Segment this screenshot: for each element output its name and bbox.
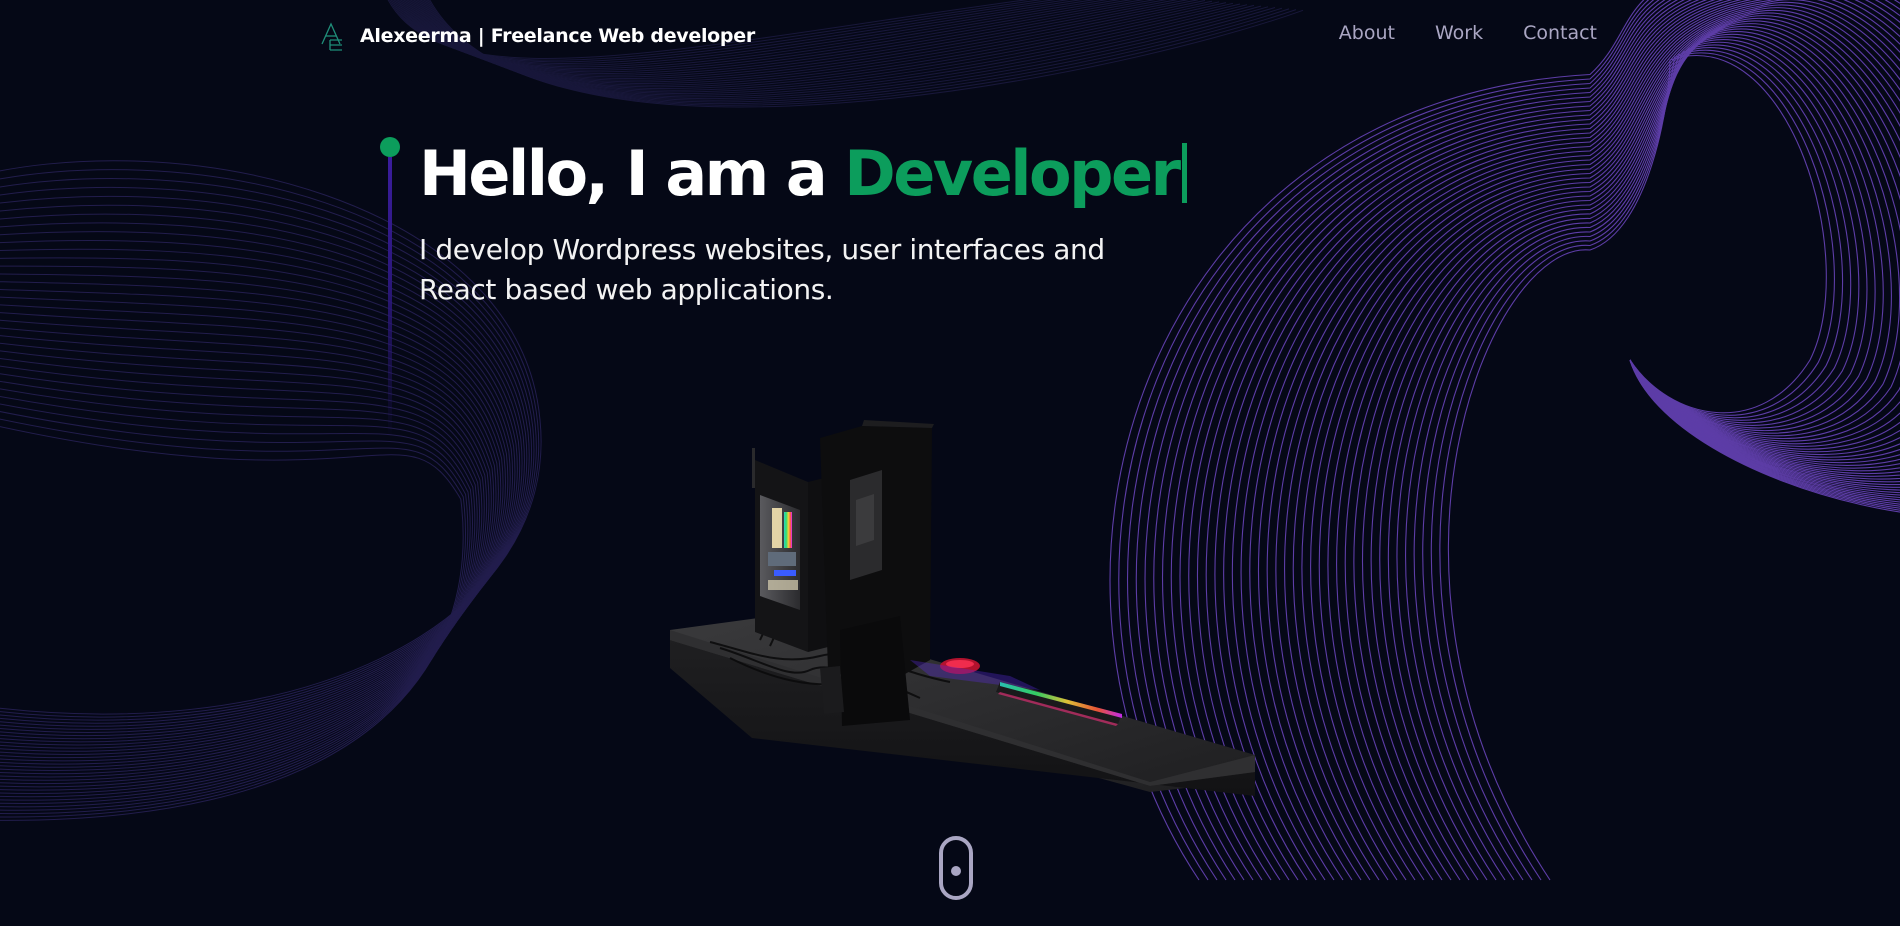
hero-title-accent: Developer [844, 137, 1181, 210]
scroll-down-button[interactable] [939, 836, 973, 900]
marker-line [388, 157, 392, 437]
nav-link-work[interactable]: Work [1435, 22, 1483, 44]
nav-link-contact[interactable]: Contact [1523, 22, 1597, 44]
hero-timeline-marker [380, 137, 400, 437]
mouse-scroll-icon [951, 866, 961, 876]
navbar: Alexeerma | Freelance Web developer Abou… [0, 0, 1900, 72]
desk-computer-3d-model[interactable] [660, 420, 1260, 810]
marker-dot [380, 137, 400, 157]
hero-title-prefix: Hello, I am a [419, 137, 845, 210]
brand-link[interactable]: Alexeerma | Freelance Web developer [320, 18, 755, 54]
brand-text: Alexeerma | Freelance Web developer [360, 25, 755, 47]
ae-monogram-logo-icon [321, 22, 342, 51]
typing-cursor [1181, 143, 1187, 203]
nav-link-about[interactable]: About [1339, 22, 1395, 44]
hero-subtitle: I develop Wordpress websites, user inter… [419, 233, 1105, 306]
nav-links: About Work Contact [1339, 22, 1597, 44]
hero-title: Hello, I am a Developer [419, 136, 1187, 212]
